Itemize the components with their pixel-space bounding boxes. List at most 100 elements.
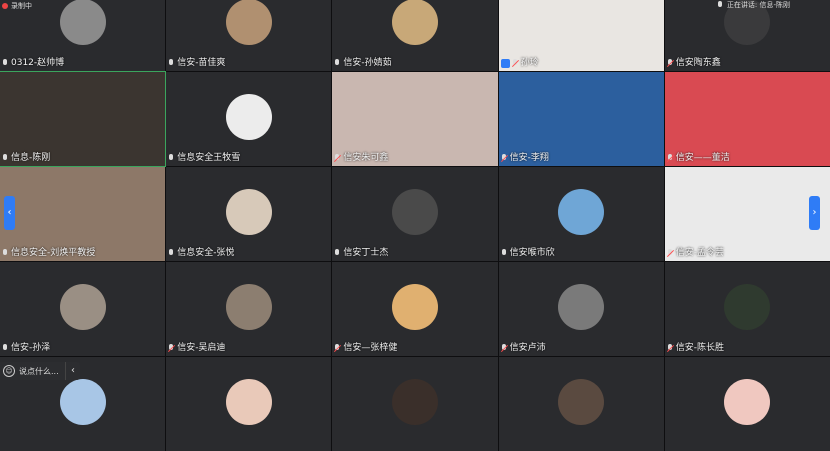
participant-tile[interactable]: 信息安全-刘焕平教授 xyxy=(0,167,166,261)
participant-name: 信安-陈长胜 xyxy=(667,343,724,354)
mic-muted-icon xyxy=(334,154,341,163)
participant-name: 信息安全-张悦 xyxy=(168,248,234,259)
participant-name: 信息-陈刚 xyxy=(2,153,50,164)
avatar xyxy=(59,0,106,45)
record-icon xyxy=(2,3,8,9)
avatar xyxy=(225,284,272,330)
participant-name-label: 信息安全-张悦 xyxy=(177,248,235,258)
participant-name-label: 信息安全王牧雪 xyxy=(177,153,241,163)
participant-name-label: 孙玲 xyxy=(520,58,539,68)
participant-tile[interactable]: 孙玲 xyxy=(498,0,664,71)
chevron-left-icon[interactable]: ‹ xyxy=(65,362,80,380)
avatar xyxy=(558,189,605,235)
avatar xyxy=(59,284,106,330)
video-grid: 0312-赵帅博 信安-苗佳爽 信安-孙婧茹 孙玲 信安陶东鑫 信息-陈刚 信息安全王牧雪信… xyxy=(0,0,830,451)
participant-tile[interactable]: 信安-陈长胜 xyxy=(664,262,830,356)
participant-name-label: 信安-孙泽 xyxy=(11,343,51,353)
participant-tile[interactable]: 信安—张梓健 xyxy=(332,262,498,356)
participant-tile[interactable]: 信安——董洁 xyxy=(664,72,830,166)
participant-name: 信安卢沛 xyxy=(501,343,546,354)
participant-name: 信息安全王牧雪 xyxy=(168,153,240,164)
participant-name: 信息安全-刘焕平教授 xyxy=(2,248,95,259)
participant-name: 信安丁士杰 xyxy=(334,248,388,259)
avatar xyxy=(391,284,438,330)
video-feed xyxy=(664,72,830,166)
avatar xyxy=(225,379,272,425)
video-feed xyxy=(0,167,166,261)
avatar xyxy=(391,189,438,235)
mic-icon xyxy=(168,59,175,68)
participant-tile[interactable]: 信息安全王牧雪 xyxy=(166,72,332,166)
speaking-label: 正在讲话: 信息-陈刚 xyxy=(726,1,790,9)
participant-name-label: 信安-孙婧茹 xyxy=(343,58,392,68)
person-icon xyxy=(500,59,510,68)
mic-muted-icon xyxy=(501,344,508,353)
participant-name: 信安喉市欣 xyxy=(501,248,555,259)
participant-tile[interactable]: 信息-陈刚 xyxy=(0,71,167,167)
mic-muted-icon xyxy=(667,344,674,353)
participant-tile[interactable]: 信安-吴启迪 xyxy=(166,262,332,356)
participant-tile[interactable]: 信安-孙泽 xyxy=(0,262,166,356)
participant-name-label: 信安-吴启迪 xyxy=(177,343,226,353)
mic-muted-icon xyxy=(667,154,674,163)
mic-icon xyxy=(168,154,175,163)
prev-page-button[interactable]: ‹ xyxy=(4,196,15,230)
participant-tile[interactable]: 信安丁士杰 xyxy=(332,167,498,261)
mic-muted-icon xyxy=(667,249,674,258)
emoji-icon[interactable]: ☺ xyxy=(3,365,15,377)
mic-icon xyxy=(168,249,175,258)
speaker-icon xyxy=(717,0,724,10)
participant-tile[interactable]: 信安喉市欣 xyxy=(498,167,664,261)
participant-name-label: 信息-陈刚 xyxy=(11,153,51,163)
participant-name: 0312-赵帅博 xyxy=(2,58,64,69)
avatar xyxy=(225,94,272,140)
mic-muted-icon xyxy=(667,59,674,68)
participant-name-label: 信安——董洁 xyxy=(675,153,730,163)
mic-muted-icon xyxy=(168,344,175,353)
participant-tile[interactable] xyxy=(498,357,664,451)
participant-tile[interactable]: 信安-李翔 xyxy=(498,72,664,166)
mic-icon xyxy=(334,59,341,68)
participant-name: 信安-孟令芸 xyxy=(667,248,724,259)
participant-name: 信安-孙婧茹 xyxy=(334,58,392,69)
participant-tile[interactable] xyxy=(166,357,332,451)
participant-name: 信安-吴启迪 xyxy=(168,343,225,354)
speaking-indicator: 正在讲话: 信息-陈刚 xyxy=(717,0,790,10)
avatar xyxy=(391,0,438,45)
mic-icon xyxy=(334,249,341,258)
participant-tile[interactable]: 信安陶东鑫 xyxy=(664,0,830,71)
recording-indicator: 录制中 xyxy=(0,0,32,12)
participant-name-label: 信安-陈长胜 xyxy=(675,343,725,353)
participant-name: 信安-孙泽 xyxy=(2,343,50,354)
participant-tile[interactable] xyxy=(332,357,498,451)
participant-name-label: 信安-孟令芸 xyxy=(675,248,725,258)
participant-tile[interactable] xyxy=(664,357,830,451)
participant-tile[interactable]: 信安朱可鑫 xyxy=(332,72,498,166)
participant-name-label: 0312-赵帅博 xyxy=(11,58,65,68)
mic-icon xyxy=(2,59,9,68)
chat-input-bar[interactable]: ☺ 说点什么... ‹ xyxy=(0,362,80,380)
avatar xyxy=(391,379,438,425)
participant-tile[interactable]: 信安卢沛 xyxy=(498,262,664,356)
participant-name: 信安陶东鑫 xyxy=(667,58,721,69)
mic-icon xyxy=(2,249,9,258)
next-page-button[interactable]: › xyxy=(809,196,820,230)
recording-label: 录制中 xyxy=(11,2,32,10)
mic-icon xyxy=(2,154,9,163)
participant-tile[interactable]: 信安-孙婧茹 xyxy=(332,0,498,71)
participant-name-label: 信安-苗佳爽 xyxy=(177,58,226,68)
participant-name: 信安—张梓健 xyxy=(334,343,397,354)
avatar xyxy=(225,0,272,45)
participant-name-label: 信息安全-刘焕平教授 xyxy=(11,248,96,258)
avatar xyxy=(558,284,605,330)
participant-name: 信安朱可鑫 xyxy=(334,153,388,164)
participant-name: 信安——董洁 xyxy=(667,153,730,164)
participant-name-label: 信安陶东鑫 xyxy=(675,58,721,68)
video-feed xyxy=(664,167,830,261)
participant-tile[interactable]: 信安-孟令芸 xyxy=(664,167,830,261)
chat-placeholder[interactable]: 说点什么... xyxy=(19,366,59,377)
participant-tile[interactable]: 信息安全-张悦 xyxy=(166,167,332,261)
mic-muted-icon xyxy=(512,59,519,68)
participant-tile[interactable]: 信安-苗佳爽 xyxy=(166,0,332,71)
video-feed xyxy=(0,72,166,166)
